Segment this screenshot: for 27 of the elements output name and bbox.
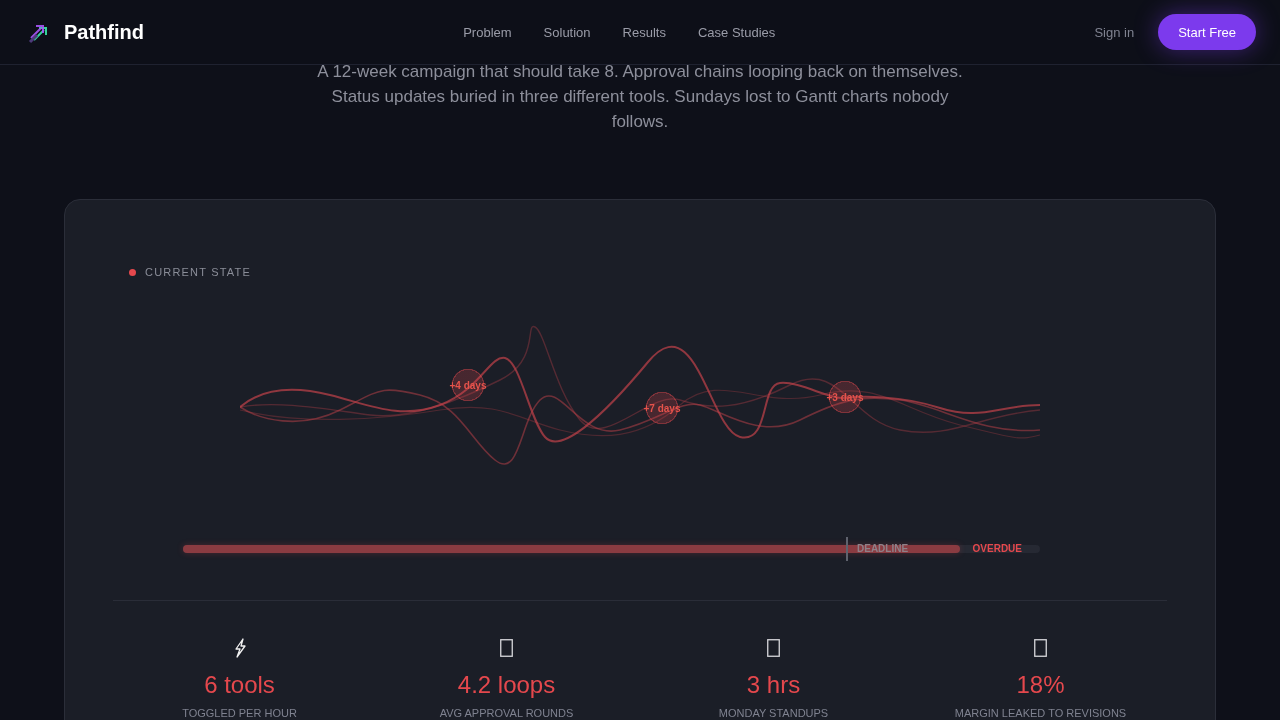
stat-value: 18% xyxy=(1016,671,1065,699)
intro-paragraph: A 12-week campaign that should take 8. Approval chains looping back on themselves. Status updates buried in three different tools. Sundays lost to Gantt charts nobody follows. xyxy=(316,61,964,133)
start-free-button[interactable]: Start Free xyxy=(1158,14,1256,50)
sign-in-link[interactable]: Sign in xyxy=(1094,24,1135,40)
stat-label: MONDAY STANDUPS xyxy=(718,706,829,720)
brand-name: Pathfind xyxy=(64,20,144,44)
missing-glyph-icon xyxy=(500,639,513,657)
stat-value: 6 tools xyxy=(204,671,275,699)
stat-value: 4.2 loops xyxy=(457,671,556,699)
missing-glyph-icon xyxy=(1034,639,1047,657)
missing-glyph-icon xyxy=(767,639,780,657)
overdue-label: OVERDUE xyxy=(972,543,1022,555)
stat-label: TOGGLED PER HOUR xyxy=(182,706,297,720)
status-label: CURRENT STATE xyxy=(145,265,252,279)
stat-value: 3 hrs xyxy=(746,671,801,699)
delay-marker: +7 days xyxy=(643,392,681,424)
nav-link[interactable]: Problem xyxy=(463,24,512,40)
nav-link[interactable]: Solution xyxy=(543,24,591,40)
stat-label: MARGIN LEAKED TO REVISIONS xyxy=(954,706,1127,720)
deadline-line xyxy=(846,537,848,561)
status-dot-icon xyxy=(129,268,136,276)
delay-marker: +3 days xyxy=(826,381,864,413)
nav-link[interactable]: Case Studies xyxy=(697,24,776,40)
deadline-label: DEADLINE xyxy=(857,543,909,555)
lightning-icon xyxy=(233,638,246,658)
nav-link[interactable]: Results xyxy=(622,24,666,40)
stat-label: AVG APPROVAL ROUNDS xyxy=(439,706,574,720)
